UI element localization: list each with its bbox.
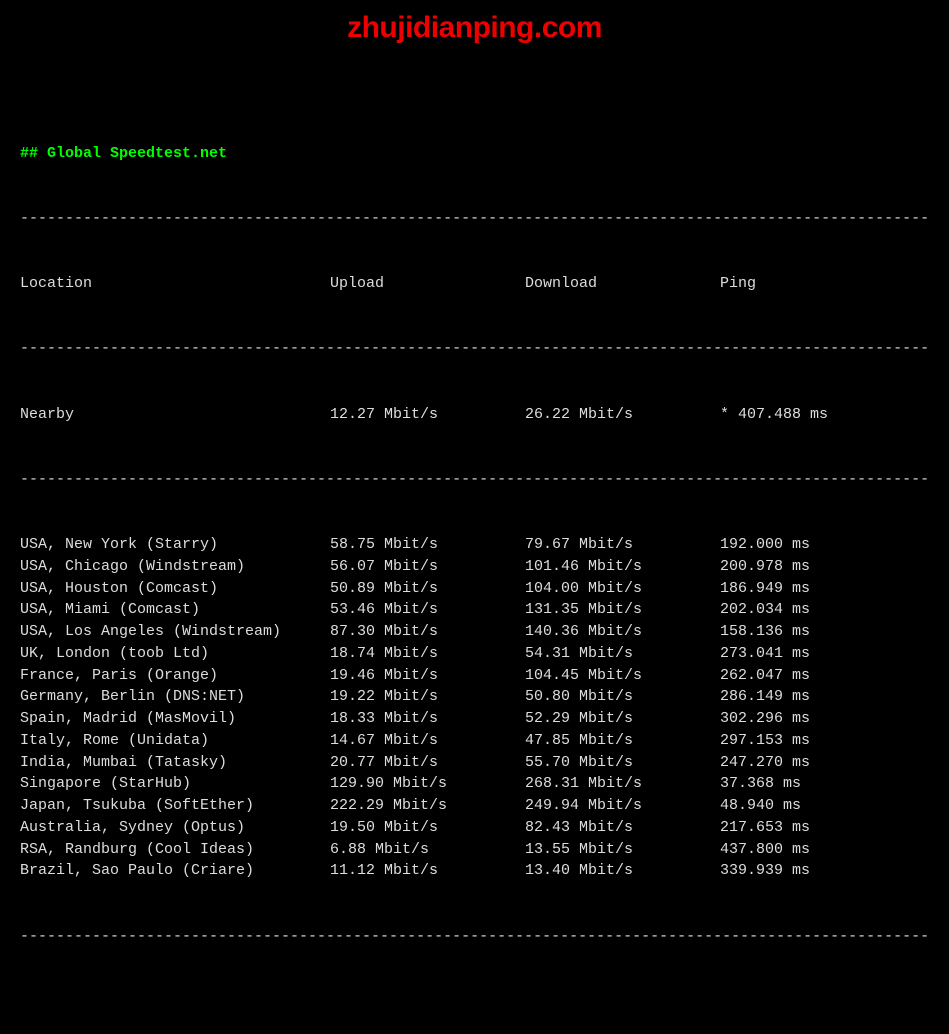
rows-container: USA, New York (Starry)58.75 Mbit/s79.67 …	[20, 534, 929, 882]
cell-ping: 217.653 ms	[720, 817, 929, 839]
cell-upload: 129.90 Mbit/s	[330, 773, 525, 795]
cell-ping: 200.978 ms	[720, 556, 929, 578]
cell-download: 13.40 Mbit/s	[525, 860, 720, 882]
nearby-location: Nearby	[20, 404, 330, 426]
cell-upload: 6.88 Mbit/s	[330, 839, 525, 861]
cell-location: Australia, Sydney (Optus)	[20, 817, 330, 839]
cell-download: 268.31 Mbit/s	[525, 773, 720, 795]
header-upload: Upload	[330, 273, 525, 295]
cell-ping: 262.047 ms	[720, 665, 929, 687]
cell-upload: 18.33 Mbit/s	[330, 708, 525, 730]
cell-location: Germany, Berlin (DNS:NET)	[20, 686, 330, 708]
cell-upload: 19.22 Mbit/s	[330, 686, 525, 708]
cell-ping: 192.000 ms	[720, 534, 929, 556]
terminal-title: ## Global Speedtest.net	[20, 143, 929, 165]
cell-ping: 37.368 ms	[720, 773, 929, 795]
divider-line: ----------------------------------------…	[20, 926, 929, 948]
cell-location: RSA, Randburg (Cool Ideas)	[20, 839, 330, 861]
cell-ping: 186.949 ms	[720, 578, 929, 600]
header-download: Download	[525, 273, 720, 295]
cell-download: 104.00 Mbit/s	[525, 578, 720, 600]
cell-download: 55.70 Mbit/s	[525, 752, 720, 774]
cell-upload: 19.50 Mbit/s	[330, 817, 525, 839]
table-row: USA, Houston (Comcast)50.89 Mbit/s104.00…	[20, 578, 929, 600]
divider-line: ----------------------------------------…	[20, 208, 929, 230]
divider-line: ----------------------------------------…	[20, 469, 929, 491]
cell-ping: 158.136 ms	[720, 621, 929, 643]
table-row: USA, Miami (Comcast)53.46 Mbit/s131.35 M…	[20, 599, 929, 621]
cell-ping: 247.270 ms	[720, 752, 929, 774]
cell-location: France, Paris (Orange)	[20, 665, 330, 687]
table-row: UK, London (toob Ltd)18.74 Mbit/s54.31 M…	[20, 643, 929, 665]
cell-download: 54.31 Mbit/s	[525, 643, 720, 665]
table-row: Japan, Tsukuba (SoftEther)222.29 Mbit/s2…	[20, 795, 929, 817]
cell-location: Japan, Tsukuba (SoftEther)	[20, 795, 330, 817]
nearby-upload: 12.27 Mbit/s	[330, 404, 525, 426]
cell-location: Brazil, Sao Paulo (Criare)	[20, 860, 330, 882]
cell-upload: 14.67 Mbit/s	[330, 730, 525, 752]
cell-upload: 18.74 Mbit/s	[330, 643, 525, 665]
cell-location: UK, London (toob Ltd)	[20, 643, 330, 665]
cell-download: 101.46 Mbit/s	[525, 556, 720, 578]
cell-upload: 56.07 Mbit/s	[330, 556, 525, 578]
cell-download: 131.35 Mbit/s	[525, 599, 720, 621]
table-row: RSA, Randburg (Cool Ideas)6.88 Mbit/s13.…	[20, 839, 929, 861]
cell-location: Spain, Madrid (MasMovil)	[20, 708, 330, 730]
cell-ping: 437.800 ms	[720, 839, 929, 861]
cell-download: 13.55 Mbit/s	[525, 839, 720, 861]
header-location: Location	[20, 273, 330, 295]
table-row: Singapore (StarHub)129.90 Mbit/s268.31 M…	[20, 773, 929, 795]
table-row: USA, Chicago (Windstream)56.07 Mbit/s101…	[20, 556, 929, 578]
cell-download: 79.67 Mbit/s	[525, 534, 720, 556]
nearby-download: 26.22 Mbit/s	[525, 404, 720, 426]
cell-upload: 53.46 Mbit/s	[330, 599, 525, 621]
cell-ping: 48.940 ms	[720, 795, 929, 817]
table-row: Brazil, Sao Paulo (Criare)11.12 Mbit/s13…	[20, 860, 929, 882]
table-row: Spain, Madrid (MasMovil)18.33 Mbit/s52.2…	[20, 708, 929, 730]
cell-download: 140.36 Mbit/s	[525, 621, 720, 643]
cell-location: USA, Houston (Comcast)	[20, 578, 330, 600]
cell-download: 52.29 Mbit/s	[525, 708, 720, 730]
divider-line: ----------------------------------------…	[20, 338, 929, 360]
nearby-row: Nearby 12.27 Mbit/s 26.22 Mbit/s * 407.4…	[20, 404, 929, 426]
cell-ping: 202.034 ms	[720, 599, 929, 621]
header-ping: Ping	[720, 273, 929, 295]
cell-upload: 222.29 Mbit/s	[330, 795, 525, 817]
table-row: Germany, Berlin (DNS:NET)19.22 Mbit/s50.…	[20, 686, 929, 708]
cell-download: 249.94 Mbit/s	[525, 795, 720, 817]
cell-location: India, Mumbai (Tatasky)	[20, 752, 330, 774]
cell-upload: 50.89 Mbit/s	[330, 578, 525, 600]
table-row: Australia, Sydney (Optus)19.50 Mbit/s82.…	[20, 817, 929, 839]
table-row: Italy, Rome (Unidata)14.67 Mbit/s47.85 M…	[20, 730, 929, 752]
table-row: India, Mumbai (Tatasky)20.77 Mbit/s55.70…	[20, 752, 929, 774]
cell-location: Italy, Rome (Unidata)	[20, 730, 330, 752]
nearby-ping: * 407.488 ms	[720, 404, 929, 426]
cell-location: Singapore (StarHub)	[20, 773, 330, 795]
table-row: USA, Los Angeles (Windstream)87.30 Mbit/…	[20, 621, 929, 643]
cell-upload: 87.30 Mbit/s	[330, 621, 525, 643]
cell-download: 47.85 Mbit/s	[525, 730, 720, 752]
cell-upload: 11.12 Mbit/s	[330, 860, 525, 882]
cell-ping: 286.149 ms	[720, 686, 929, 708]
cell-location: USA, Miami (Comcast)	[20, 599, 330, 621]
cell-location: USA, New York (Starry)	[20, 534, 330, 556]
cell-ping: 297.153 ms	[720, 730, 929, 752]
table-row: USA, New York (Starry)58.75 Mbit/s79.67 …	[20, 534, 929, 556]
cell-ping: 302.296 ms	[720, 708, 929, 730]
cell-ping: 273.041 ms	[720, 643, 929, 665]
cell-ping: 339.939 ms	[720, 860, 929, 882]
cell-upload: 20.77 Mbit/s	[330, 752, 525, 774]
cell-upload: 58.75 Mbit/s	[330, 534, 525, 556]
cell-location: USA, Chicago (Windstream)	[20, 556, 330, 578]
table-header-row: Location Upload Download Ping	[20, 273, 929, 295]
cell-upload: 19.46 Mbit/s	[330, 665, 525, 687]
table-row: France, Paris (Orange)19.46 Mbit/s104.45…	[20, 665, 929, 687]
cell-download: 50.80 Mbit/s	[525, 686, 720, 708]
cell-download: 82.43 Mbit/s	[525, 817, 720, 839]
cell-location: USA, Los Angeles (Windstream)	[20, 621, 330, 643]
watermark-text: zhujidianping.com	[347, 6, 602, 50]
cell-download: 104.45 Mbit/s	[525, 665, 720, 687]
